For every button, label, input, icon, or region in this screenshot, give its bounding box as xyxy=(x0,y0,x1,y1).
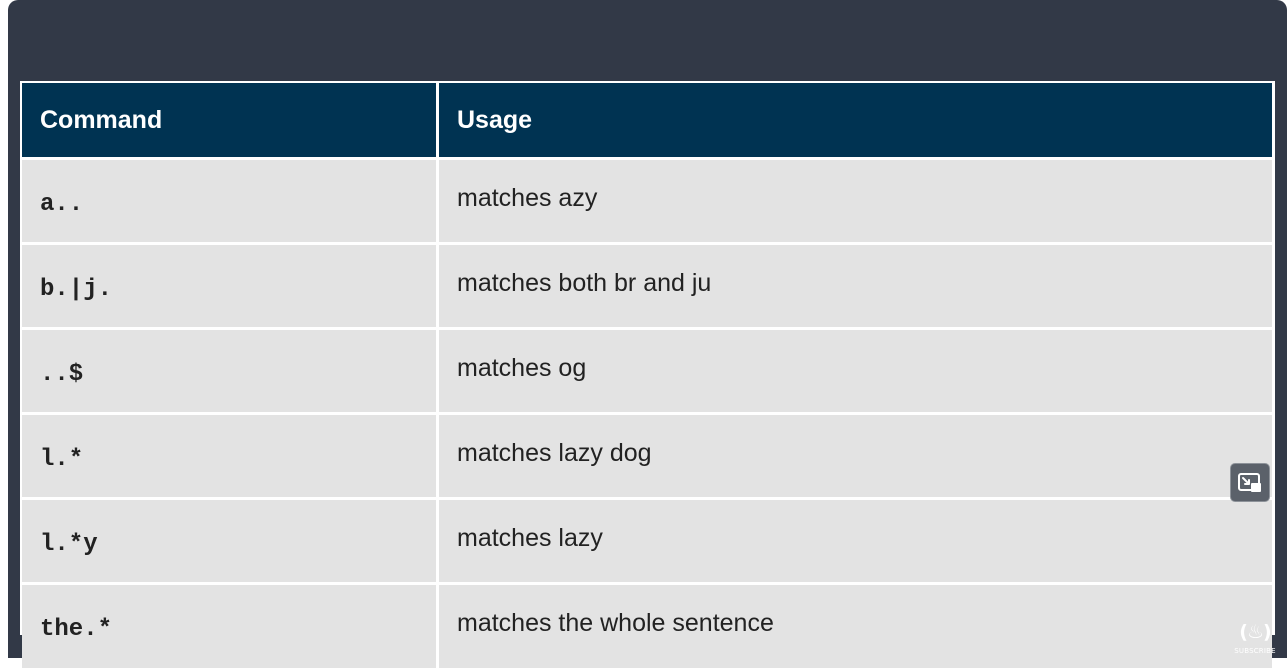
freecodecamp-logo-icon: (♨) xyxy=(1239,621,1271,643)
regex-table: Command Usage a.. matches azy b.|j. matc… xyxy=(22,83,1272,668)
table-row: l.* matches lazy dog xyxy=(22,415,1272,500)
subscribe-label: SUBSCRIBE xyxy=(1234,647,1276,655)
command-cell: l.* xyxy=(22,415,439,500)
table-row: a.. matches azy xyxy=(22,160,1272,245)
table-row: b.|j. matches both br and ju xyxy=(22,245,1272,330)
picture-in-picture-icon xyxy=(1238,472,1261,492)
command-cell: b.|j. xyxy=(22,245,439,330)
command-cell: ..$ xyxy=(22,330,439,415)
usage-cell: matches both br and ju xyxy=(439,245,1272,330)
subscribe-logo[interactable]: (♨) SUBSCRIBE xyxy=(1234,617,1276,658)
usage-cell: matches og xyxy=(439,330,1272,415)
picture-in-picture-button[interactable] xyxy=(1230,463,1270,502)
header-command: Command xyxy=(22,83,439,160)
table-header-row: Command Usage xyxy=(22,83,1272,160)
command-cell: a.. xyxy=(22,160,439,245)
regex-table-container: Command Usage a.. matches azy b.|j. matc… xyxy=(20,81,1275,668)
command-cell: the.* xyxy=(22,585,439,668)
command-cell: l.*y xyxy=(22,500,439,585)
table-row: the.* matches the whole sentence xyxy=(22,585,1272,668)
usage-cell: matches lazy xyxy=(439,500,1272,585)
usage-cell: matches azy xyxy=(439,160,1272,245)
table-row: ..$ matches og xyxy=(22,330,1272,415)
header-usage: Usage xyxy=(439,83,1272,160)
usage-cell: matches the whole sentence xyxy=(439,585,1272,668)
usage-cell: matches lazy dog xyxy=(439,415,1272,500)
table-row: l.*y matches lazy xyxy=(22,500,1272,585)
